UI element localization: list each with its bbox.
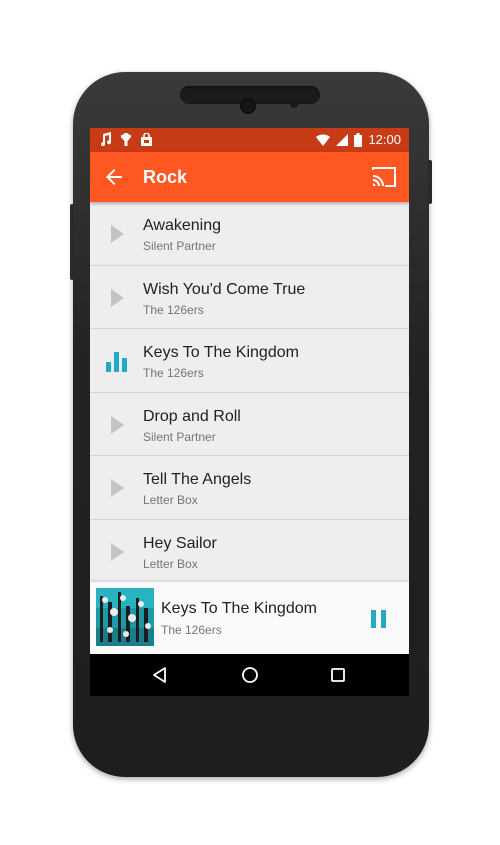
wifi-icon: [316, 134, 331, 146]
play-icon: [106, 541, 128, 563]
play-icon: [106, 287, 128, 309]
play-icon: [106, 223, 128, 245]
pause-button[interactable]: [369, 609, 389, 629]
track-row[interactable]: Keys To The Kingdom The 126ers: [90, 329, 409, 393]
album-art: [96, 588, 154, 646]
track-row[interactable]: Drop and Roll Silent Partner: [90, 392, 409, 457]
track-title: Hey Sailor: [143, 534, 217, 552]
track-artist: The 126ers: [143, 302, 204, 317]
track-row[interactable]: Wish You'd Come True The 126ers: [90, 265, 409, 330]
track-title: Keys To The Kingdom: [143, 344, 299, 362]
track-artist: Silent Partner: [143, 429, 216, 444]
nav-back-button[interactable]: [150, 665, 170, 685]
now-playing-bar[interactable]: Keys To The Kingdom The 126ers: [90, 582, 409, 654]
app-bar: Rock: [90, 152, 409, 202]
track-title: Wish You'd Come True: [143, 280, 306, 298]
arrow-left-icon: [106, 169, 122, 185]
track-row[interactable]: Hey Sailor Letter Box: [90, 519, 409, 584]
recents-square-icon: [331, 668, 345, 682]
track-title: Awakening: [143, 217, 221, 234]
track-artist: Letter Box: [143, 556, 198, 571]
battery-icon: [354, 133, 363, 147]
proximity-sensor: [290, 100, 298, 108]
nav-home-button[interactable]: [240, 665, 260, 685]
home-circle-icon: [242, 667, 258, 683]
now-playing-artist: The 126ers: [161, 623, 222, 637]
track-artist: The 126ers: [143, 366, 204, 381]
track-title: Tell The Angels: [143, 471, 252, 489]
front-camera: [240, 98, 256, 114]
phone-screen: 12:00 Rock Awakening Silent Partner Wish…: [90, 128, 409, 696]
track-artist: Silent Partner: [143, 239, 216, 253]
status-time: 12:00: [368, 132, 401, 147]
status-bar: 12:00: [90, 128, 409, 152]
track-title: Drop and Roll: [143, 407, 241, 425]
track-row[interactable]: Tell The Angels Letter Box: [90, 456, 409, 520]
cast-button[interactable]: [371, 165, 397, 189]
cast-icon: [372, 167, 396, 187]
back-button[interactable]: [102, 165, 126, 189]
system-nav-bar: [90, 654, 409, 696]
volume-button: [70, 204, 74, 280]
track-row[interactable]: Awakening Silent Partner: [90, 202, 409, 266]
track-artist: Letter Box: [143, 493, 198, 508]
signal-icon: [336, 134, 349, 146]
shopping-bag-icon: [140, 131, 153, 149]
now-playing-title: Keys To The Kingdom: [161, 600, 317, 617]
track-list: Awakening Silent Partner Wish You'd Come…: [90, 202, 409, 584]
play-icon: [106, 414, 128, 436]
play-icon: [106, 477, 128, 499]
page-title: Rock: [143, 167, 188, 187]
power-button: [428, 160, 432, 204]
nav-recents-button[interactable]: [328, 665, 348, 685]
android-debug-icon: [120, 132, 132, 149]
back-triangle-icon: [153, 667, 166, 683]
music-note-icon: [100, 132, 112, 149]
equalizer-icon: [106, 350, 128, 373]
pause-icon: [371, 610, 386, 628]
